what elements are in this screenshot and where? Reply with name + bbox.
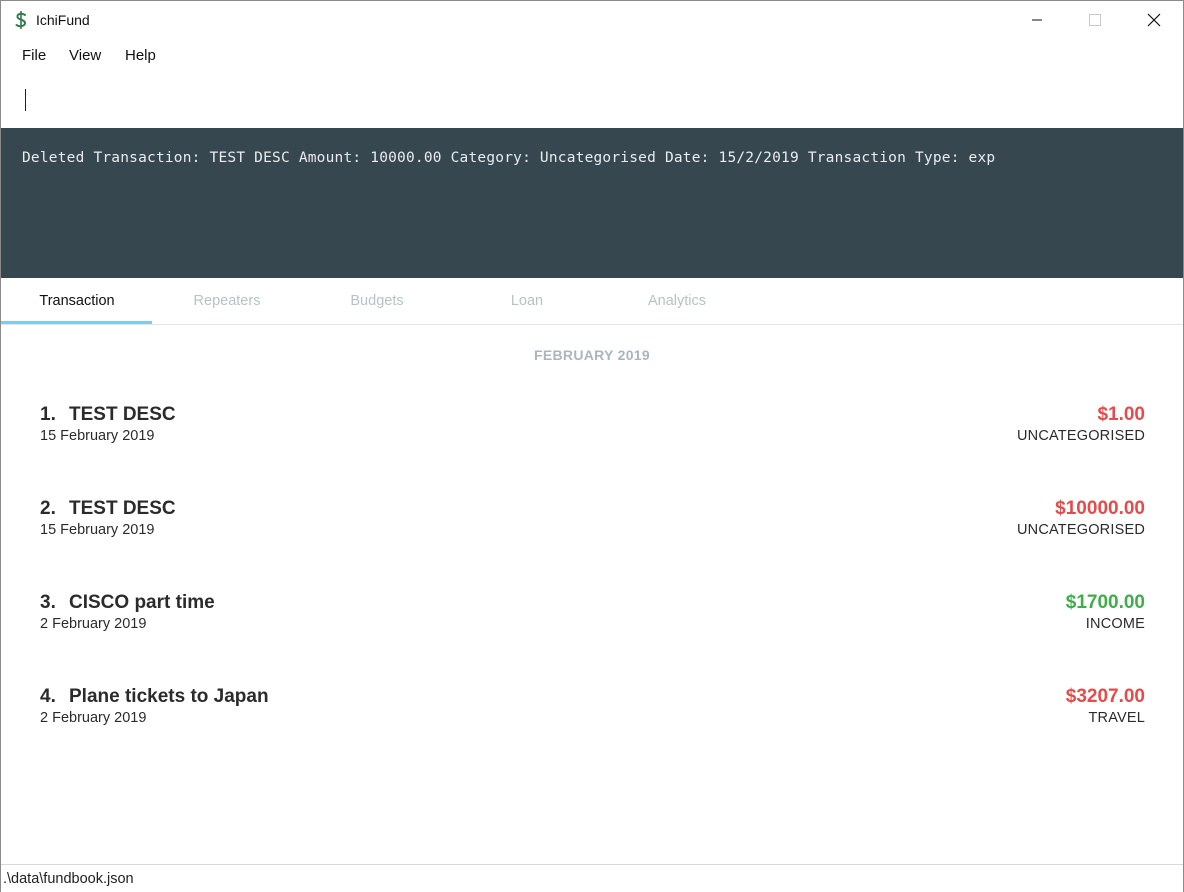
command-input[interactable] [1,75,1183,127]
menu-bar: File View Help [1,39,1183,73]
app-window: IchiFund File View Help Deleted Transact… [0,0,1184,892]
transaction-index: 4. [40,686,56,707]
maximize-button[interactable] [1066,1,1124,39]
tab-analytics[interactable]: Analytics [602,278,752,324]
window-title: IchiFund [36,12,90,28]
transaction-category: UNCATEGORISED [1016,428,1145,444]
transaction-category: INCOME [1085,616,1145,632]
transaction-item[interactable]: 2. TEST DESC 15 February 2019 $10000.00 … [1,498,1183,558]
text-caret [25,89,26,111]
transaction-index: 1. [40,404,56,425]
transaction-item[interactable]: 3. CISCO part time 2 February 2019 $1700… [1,592,1183,652]
transaction-title: TEST DESC [69,404,176,425]
tab-loan[interactable]: Loan [452,278,602,324]
close-button[interactable] [1125,1,1183,39]
transaction-category: TRAVEL [1088,710,1145,726]
transaction-date: 2 February 2019 [40,616,147,632]
transaction-index: 3. [40,592,56,613]
transaction-category: UNCATEGORISED [1016,522,1145,538]
tab-repeaters[interactable]: Repeaters [152,278,302,324]
status-bar: .\data\fundbook.json [1,864,1183,892]
transaction-amount: $1700.00 [1065,592,1145,613]
active-tab-indicator [1,321,152,324]
transaction-title: TEST DESC [69,498,176,519]
minimize-button[interactable] [1008,1,1066,39]
close-icon [1147,13,1161,27]
tab-budgets[interactable]: Budgets [302,278,452,324]
transaction-item[interactable]: 4. Plane tickets to Japan 2 February 201… [1,686,1183,746]
dollar-leaf-icon [13,10,29,30]
month-heading: FEBRUARY 2019 [534,347,650,363]
transaction-date: 15 February 2019 [40,522,155,538]
transaction-amount: $10000.00 [1055,498,1145,519]
menu-view[interactable]: View [69,47,101,64]
transaction-item[interactable]: 1. TEST DESC 15 February 2019 $1.00 UNCA… [1,404,1183,464]
menu-help[interactable]: Help [125,47,156,64]
title-bar: IchiFund [1,1,1183,39]
minimize-icon [1032,19,1042,21]
transaction-date: 2 February 2019 [40,710,147,726]
transaction-title: CISCO part time [69,592,215,613]
transaction-amount: $1.00 [1097,404,1145,425]
transaction-index: 2. [40,498,56,519]
save-file-path: .\data\fundbook.json [3,871,134,887]
menu-file[interactable]: File [22,47,46,64]
tab-transaction[interactable]: Transaction [2,278,152,324]
maximize-icon [1089,14,1101,26]
result-message: Deleted Transaction: TEST DESC Amount: 1… [22,150,996,166]
tab-bar: Transaction Repeaters Budgets Loan Analy… [1,278,1183,325]
transaction-amount: $3207.00 [1065,686,1145,707]
transaction-date: 15 February 2019 [40,428,155,444]
transaction-title: Plane tickets to Japan [69,686,269,707]
result-display: Deleted Transaction: TEST DESC Amount: 1… [1,128,1183,278]
